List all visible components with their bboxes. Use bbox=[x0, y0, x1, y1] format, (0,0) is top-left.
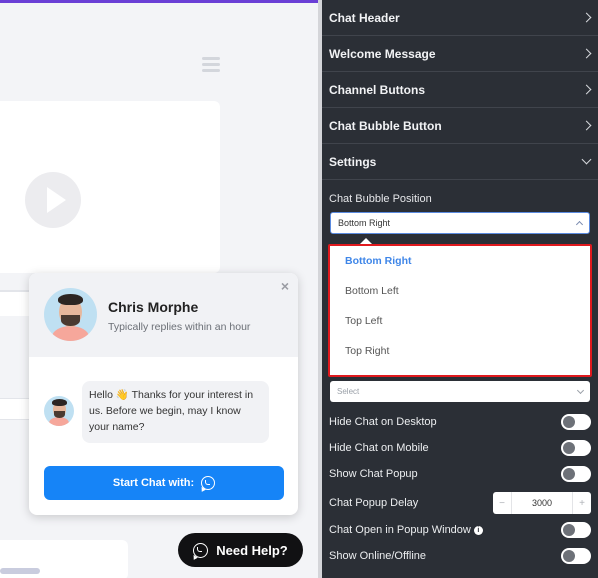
start-chat-label: Start Chat with: bbox=[112, 477, 195, 489]
start-chat-button[interactable]: Start Chat with: bbox=[44, 466, 284, 500]
play-icon[interactable] bbox=[25, 172, 81, 228]
toggle-label: Show Chat Popup bbox=[329, 468, 418, 480]
chevron-down-icon bbox=[581, 154, 592, 165]
hide-desktop-row: Hide Chat on Desktop bbox=[329, 412, 591, 432]
show-popup-row: Show Chat Popup bbox=[329, 464, 591, 484]
hide-mobile-toggle[interactable] bbox=[561, 440, 591, 456]
hamburger-menu-icon[interactable] bbox=[202, 57, 220, 72]
increment-button[interactable]: + bbox=[573, 498, 591, 509]
need-help-button[interactable]: Need Help? bbox=[178, 533, 303, 567]
need-help-label: Need Help? bbox=[216, 542, 288, 558]
option-top-left[interactable]: Top Left bbox=[330, 306, 590, 336]
widget-preview: × Chris Morphe Typically replies within … bbox=[0, 0, 318, 578]
chevron-right-icon bbox=[581, 48, 592, 59]
hide-desktop-toggle[interactable] bbox=[561, 414, 591, 430]
show-popup-toggle[interactable] bbox=[561, 466, 591, 482]
delay-label: Chat Popup Delay bbox=[329, 497, 419, 509]
section-welcome-message[interactable]: Welcome Message bbox=[322, 36, 598, 72]
popup-delay-stepper[interactable]: − 3000 + bbox=[493, 492, 591, 514]
agent-status: Typically replies within an hour bbox=[108, 321, 251, 333]
agent-name: Chris Morphe bbox=[108, 299, 199, 315]
toggle-label: Hide Chat on Mobile bbox=[329, 442, 429, 454]
chevron-up-icon bbox=[575, 220, 584, 229]
section-label: Settings bbox=[329, 154, 377, 169]
option-top-right[interactable]: Top Right bbox=[330, 336, 590, 366]
chevron-right-icon bbox=[581, 120, 592, 131]
section-label: Channel Buttons bbox=[329, 82, 425, 97]
info-icon[interactable]: i bbox=[473, 526, 483, 535]
agent-avatar-small bbox=[44, 396, 74, 426]
agent-avatar bbox=[44, 288, 97, 341]
chat-popup-header: × Chris Morphe Typically replies within … bbox=[29, 273, 298, 357]
chevron-down-icon bbox=[576, 386, 585, 394]
show-online-toggle[interactable] bbox=[561, 548, 591, 564]
section-settings[interactable]: Settings bbox=[322, 144, 598, 180]
bubble-position-select[interactable]: Bottom Right bbox=[330, 212, 590, 234]
chat-popup: × Chris Morphe Typically replies within … bbox=[29, 273, 298, 515]
show-online-row: Show Online/Offline bbox=[329, 546, 591, 566]
close-icon[interactable]: × bbox=[281, 278, 289, 294]
popup-window-toggle[interactable] bbox=[561, 522, 591, 538]
bubble-position-label: Chat Bubble Position bbox=[329, 193, 432, 205]
preview-top-border bbox=[0, 0, 318, 3]
chevron-right-icon bbox=[581, 84, 592, 95]
bubble-position-dropdown: Bottom Right Bottom Left Top Left Top Ri… bbox=[328, 238, 592, 377]
popup-delay-row: Chat Popup Delay − 3000 + bbox=[329, 492, 591, 514]
section-label: Chat Header bbox=[329, 10, 400, 25]
welcome-message-bubble: Hello 👋 Thanks for your interest in us. … bbox=[82, 381, 269, 443]
popup-window-label: Chat Open in Popup Window bbox=[329, 524, 471, 536]
chevron-right-icon bbox=[581, 12, 592, 23]
section-channel-buttons[interactable]: Channel Buttons bbox=[322, 72, 598, 108]
decrement-button[interactable]: − bbox=[493, 498, 511, 509]
whatsapp-icon bbox=[201, 476, 216, 490]
whatsapp-icon bbox=[193, 542, 209, 558]
delay-value[interactable]: 3000 bbox=[511, 492, 573, 514]
background-card bbox=[0, 540, 128, 578]
section-label: Chat Bubble Button bbox=[329, 118, 442, 133]
option-bottom-right[interactable]: Bottom Right bbox=[330, 246, 590, 276]
toggle-label: Hide Chat on Desktop bbox=[329, 416, 437, 428]
select-value: Bottom Right bbox=[338, 218, 391, 228]
section-label: Welcome Message bbox=[329, 46, 436, 61]
section-chat-header[interactable]: Chat Header bbox=[322, 0, 598, 36]
toggle-label: Chat Open in Popup Window i bbox=[329, 524, 483, 536]
secondary-select[interactable]: Select bbox=[330, 381, 590, 402]
option-bottom-left[interactable]: Bottom Left bbox=[330, 276, 590, 306]
popup-window-row: Chat Open in Popup Window i bbox=[329, 520, 591, 540]
section-chat-bubble-button[interactable]: Chat Bubble Button bbox=[322, 108, 598, 144]
hide-mobile-row: Hide Chat on Mobile bbox=[329, 438, 591, 458]
select-placeholder: Select bbox=[337, 387, 360, 396]
toggle-label: Show Online/Offline bbox=[329, 550, 427, 562]
settings-panel: Chat Header Welcome Message Channel Butt… bbox=[322, 0, 598, 578]
